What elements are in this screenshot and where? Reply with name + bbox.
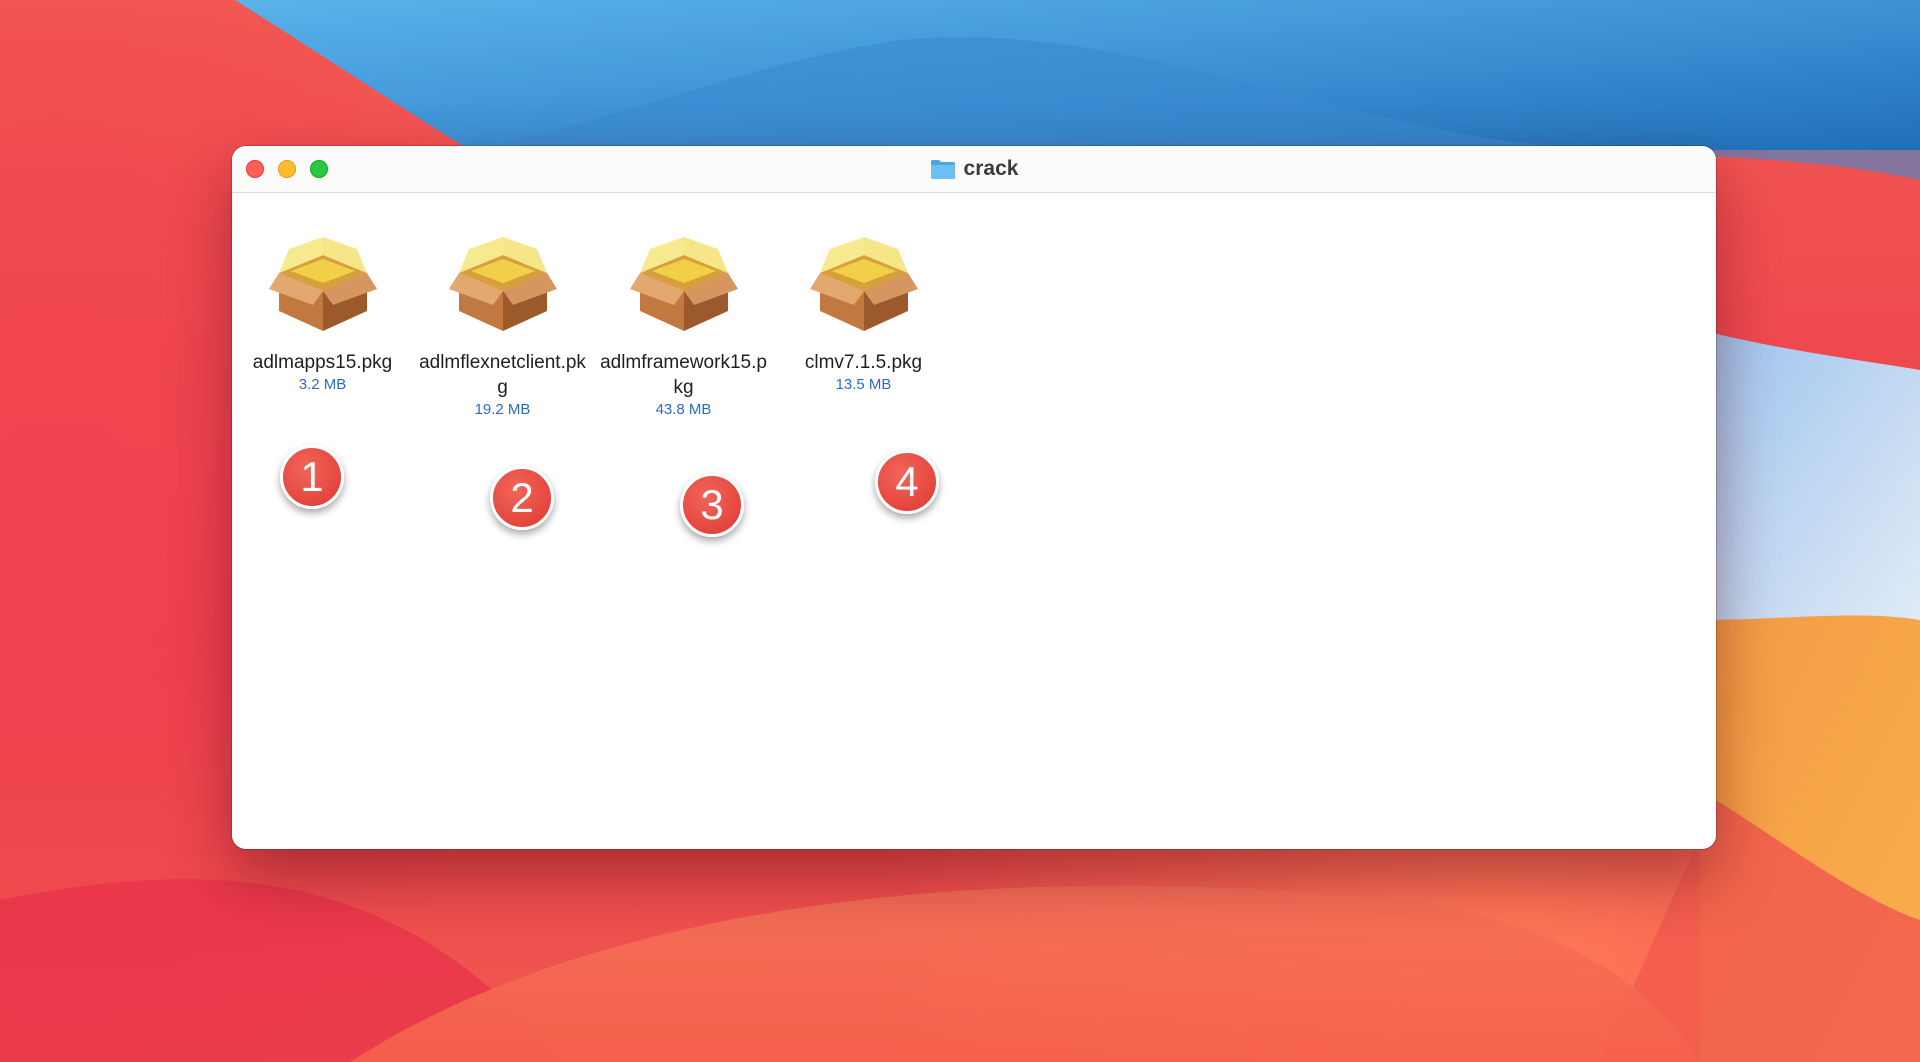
file-view[interactable]: adlmapps15.pkg 3.2 MB adlmflexnetclient.…	[232, 193, 1716, 849]
package-icon	[268, 237, 377, 331]
file-item[interactable]: adlmapps15.pkg 3.2 MB	[235, 233, 410, 394]
file-size: 43.8 MB	[655, 401, 712, 418]
step-badge-1: 1	[280, 445, 344, 509]
file-item[interactable]: adlmframework15.pkg 43.8 MB	[596, 233, 771, 419]
window-titlebar[interactable]: crack	[232, 146, 1716, 193]
file-name: adlmflexnetclient.pkg	[419, 352, 586, 398]
window-title-text: crack	[963, 157, 1019, 180]
folder-icon	[930, 160, 955, 179]
file-size: 19.2 MB	[474, 401, 531, 418]
window-title: crack	[232, 146, 1716, 192]
step-badge-2: 2	[490, 466, 554, 530]
file-size: 13.5 MB	[835, 376, 892, 393]
step-badge-3: 3	[680, 473, 744, 537]
finder-window: crack adlmapps15.pkg 3.2 MB adlmflexnetc…	[232, 146, 1716, 849]
package-icon	[809, 237, 918, 331]
step-badge-4: 4	[875, 450, 939, 514]
file-size: 3.2 MB	[298, 376, 347, 393]
file-item[interactable]: adlmflexnetclient.pkg 19.2 MB	[415, 233, 590, 419]
package-icon	[448, 237, 557, 331]
file-item[interactable]: clmv7.1.5.pkg 13.5 MB	[776, 233, 951, 394]
file-name: clmv7.1.5.pkg	[804, 352, 923, 373]
file-name: adlmframework15.pkg	[600, 352, 767, 398]
file-name: adlmapps15.pkg	[252, 352, 393, 373]
package-icon	[629, 237, 738, 331]
